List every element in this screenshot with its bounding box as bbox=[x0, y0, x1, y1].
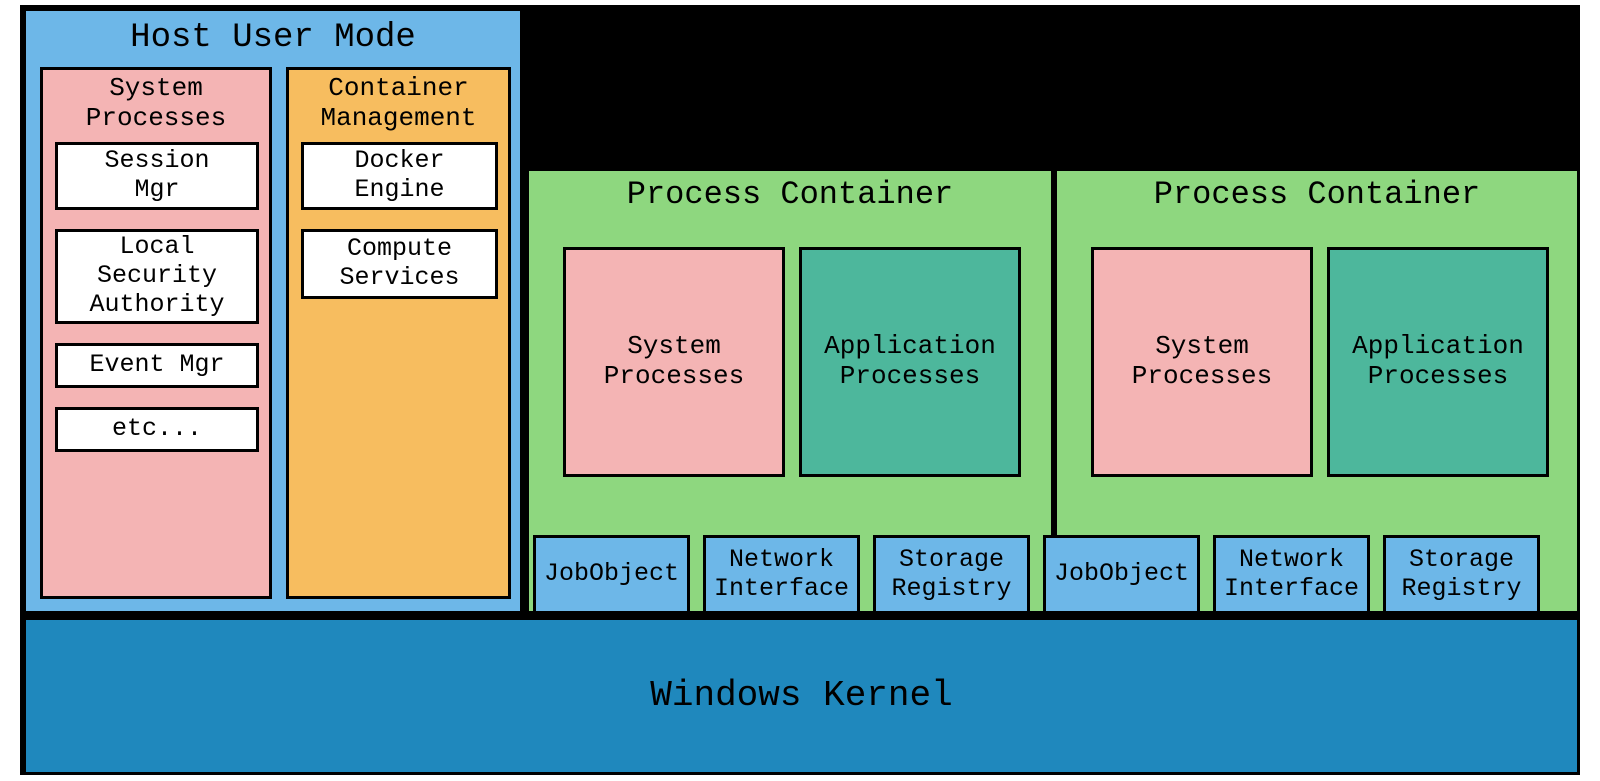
system-processes-panel: SystemProcesses SessionMgr LocalSecurity… bbox=[40, 67, 272, 599]
pc1-system-processes: SystemProcesses bbox=[563, 247, 785, 477]
pc2-network-interface-box: NetworkInterface bbox=[1213, 535, 1370, 614]
pc2-storage-registry-box: StorageRegistry bbox=[1383, 535, 1540, 614]
host-user-mode-title: Host User Mode bbox=[26, 19, 520, 58]
pc1-network-interface-box: NetworkInterface bbox=[703, 535, 860, 614]
process-container-1-title: Process Container bbox=[529, 177, 1051, 214]
container-management-title: ContainerManagement bbox=[289, 74, 508, 134]
etc-box: etc... bbox=[55, 407, 259, 452]
pc1-storage-registry-box: StorageRegistry bbox=[873, 535, 1030, 614]
compute-services-box: ComputeServices bbox=[301, 229, 498, 299]
pc2-system-processes: SystemProcesses bbox=[1091, 247, 1313, 477]
system-processes-title: SystemProcesses bbox=[43, 74, 269, 134]
process-container-2-title: Process Container bbox=[1057, 177, 1577, 214]
pc1-jobobject-box: JobObject bbox=[533, 535, 690, 614]
diagram-canvas: Host User Mode SystemProcesses SessionMg… bbox=[20, 5, 1580, 775]
windows-kernel-box: Windows Kernel bbox=[23, 617, 1580, 775]
docker-engine-box: DockerEngine bbox=[301, 142, 498, 210]
local-security-authority-box: LocalSecurityAuthority bbox=[55, 229, 259, 324]
host-user-mode-panel: Host User Mode SystemProcesses SessionMg… bbox=[23, 8, 523, 614]
event-mgr-box: Event Mgr bbox=[55, 343, 259, 388]
pc1-application-processes: ApplicationProcesses bbox=[799, 247, 1021, 477]
container-management-panel: ContainerManagement DockerEngine Compute… bbox=[286, 67, 511, 599]
session-mgr-box: SessionMgr bbox=[55, 142, 259, 210]
pc2-application-processes: ApplicationProcesses bbox=[1327, 247, 1549, 477]
pc2-jobobject-box: JobObject bbox=[1043, 535, 1200, 614]
